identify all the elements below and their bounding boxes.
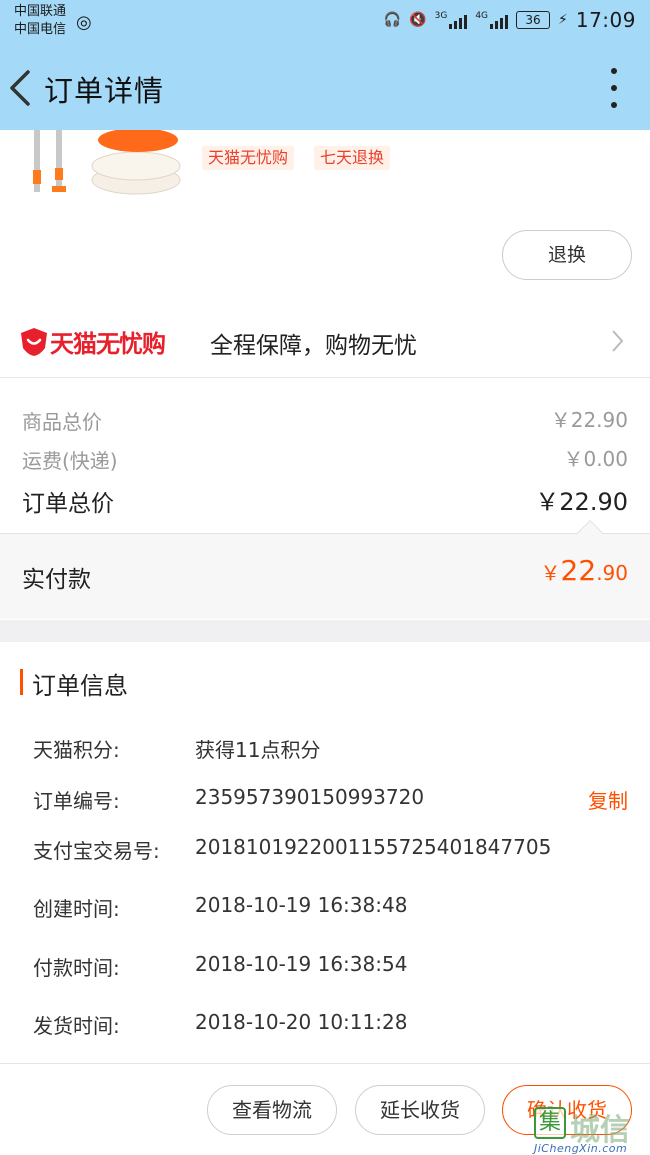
product-image[interactable] bbox=[26, 130, 186, 202]
more-dot-icon bbox=[611, 68, 617, 74]
more-options-button[interactable] bbox=[608, 68, 620, 108]
carrier-1: 中国联通 bbox=[14, 4, 67, 19]
tag-seven-day-return: 七天退换 bbox=[314, 146, 391, 170]
paid-amount-area: 实付款 ￥22.90 bbox=[0, 533, 650, 619]
alipay-trade-value: 2018101922001155725401847705 bbox=[195, 835, 552, 859]
chevron-right-icon bbox=[612, 330, 624, 352]
section-divider bbox=[0, 620, 650, 642]
more-dot-icon bbox=[611, 102, 617, 108]
signal-3g-icon: 3G bbox=[435, 11, 468, 29]
refund-exchange-button[interactable]: 退换 bbox=[502, 230, 632, 280]
product-strip: 天猫无忧购 七天退换 bbox=[0, 130, 650, 230]
shipped-time-value: 2018-10-20 10:11:28 bbox=[195, 1010, 408, 1034]
back-button[interactable] bbox=[6, 64, 36, 112]
order-total-label: 订单总价 bbox=[22, 491, 114, 517]
status-bar: 中国联通 中国电信 ◎ 🎧 🔇 3G 4G 36 ⚡ 17:09 bbox=[0, 0, 650, 44]
page-title: 订单详情 bbox=[44, 74, 165, 108]
app-header: 订单详情 bbox=[0, 50, 650, 126]
section-accent-bar bbox=[20, 669, 23, 695]
signal-4g-icon: 4G bbox=[475, 11, 509, 29]
headset-icon: 🎧 bbox=[383, 12, 402, 28]
order-info-section: 订单信息 天猫积分: 获得11点积分 订单编号: 235957390150993… bbox=[0, 642, 650, 1064]
order-number-label: 订单编号: bbox=[33, 789, 120, 813]
goods-total-value: ￥22.90 bbox=[550, 408, 628, 432]
shipped-time-label: 发货时间: bbox=[33, 1014, 120, 1038]
paid-label: 实付款 bbox=[22, 567, 91, 593]
worry-free-brand: 天猫无忧购 bbox=[50, 330, 166, 358]
watermark-url: JiChengXin.com bbox=[534, 1142, 628, 1155]
top-bar: 中国联通 中国电信 ◎ 🎧 🔇 3G 4G 36 ⚡ 17:09 订单详情 bbox=[0, 0, 650, 130]
order-number-value: 235957390150993720 bbox=[195, 785, 425, 809]
paid-time-value: 2018-10-19 16:38:54 bbox=[195, 952, 408, 976]
tag-worry-free: 天猫无忧购 bbox=[202, 146, 295, 170]
order-total-value: ￥22.90 bbox=[535, 488, 628, 516]
copy-order-number-button[interactable]: 复制 bbox=[588, 785, 628, 814]
carrier-info: 中国联通 中国电信 bbox=[14, 3, 66, 39]
mute-icon: 🔇 bbox=[409, 12, 427, 28]
chevron-left-icon bbox=[10, 70, 30, 106]
clock: 17:09 bbox=[575, 8, 636, 32]
points-label: 天猫积分: bbox=[33, 738, 120, 762]
alipay-trade-label: 支付宝交易号: bbox=[33, 839, 160, 863]
shipping-label: 运费(快递) bbox=[22, 449, 118, 473]
points-value: 获得11点积分 bbox=[195, 738, 321, 762]
site-watermark: 集 城信 JiChengXin.com bbox=[530, 1105, 650, 1155]
charging-icon: ⚡ bbox=[558, 12, 568, 28]
hotspot-icon: ◎ bbox=[76, 12, 92, 33]
created-time-label: 创建时间: bbox=[33, 897, 120, 921]
battery-icon: 36 bbox=[516, 11, 551, 29]
status-icons: 🎧 🔇 3G 4G 36 ⚡ 17:09 bbox=[384, 8, 636, 32]
paid-value: ￥22.90 bbox=[540, 554, 628, 587]
extend-receipt-button[interactable]: 延长收货 bbox=[355, 1085, 485, 1135]
watermark-logo-icon: 集 bbox=[534, 1107, 566, 1139]
shipping-value: ￥0.00 bbox=[563, 447, 628, 471]
more-dot-icon bbox=[611, 85, 617, 91]
tmall-shield-icon bbox=[21, 328, 47, 356]
carrier-2: 中国电信 bbox=[14, 22, 67, 37]
view-logistics-button[interactable]: 查看物流 bbox=[207, 1085, 337, 1135]
created-time-value: 2018-10-19 16:38:48 bbox=[195, 893, 408, 917]
paid-time-label: 付款时间: bbox=[33, 956, 120, 980]
price-summary: 商品总价 ￥22.90 运费(快递) ￥0.00 订单总价 ￥22.90 实付款… bbox=[0, 380, 650, 620]
worry-free-banner[interactable]: 天猫无忧购 全程保障，购物无忧 bbox=[0, 306, 650, 378]
goods-total-label: 商品总价 bbox=[22, 410, 102, 434]
order-info-title: 订单信息 bbox=[32, 672, 128, 700]
worry-free-description: 全程保障，购物无忧 bbox=[210, 333, 417, 359]
